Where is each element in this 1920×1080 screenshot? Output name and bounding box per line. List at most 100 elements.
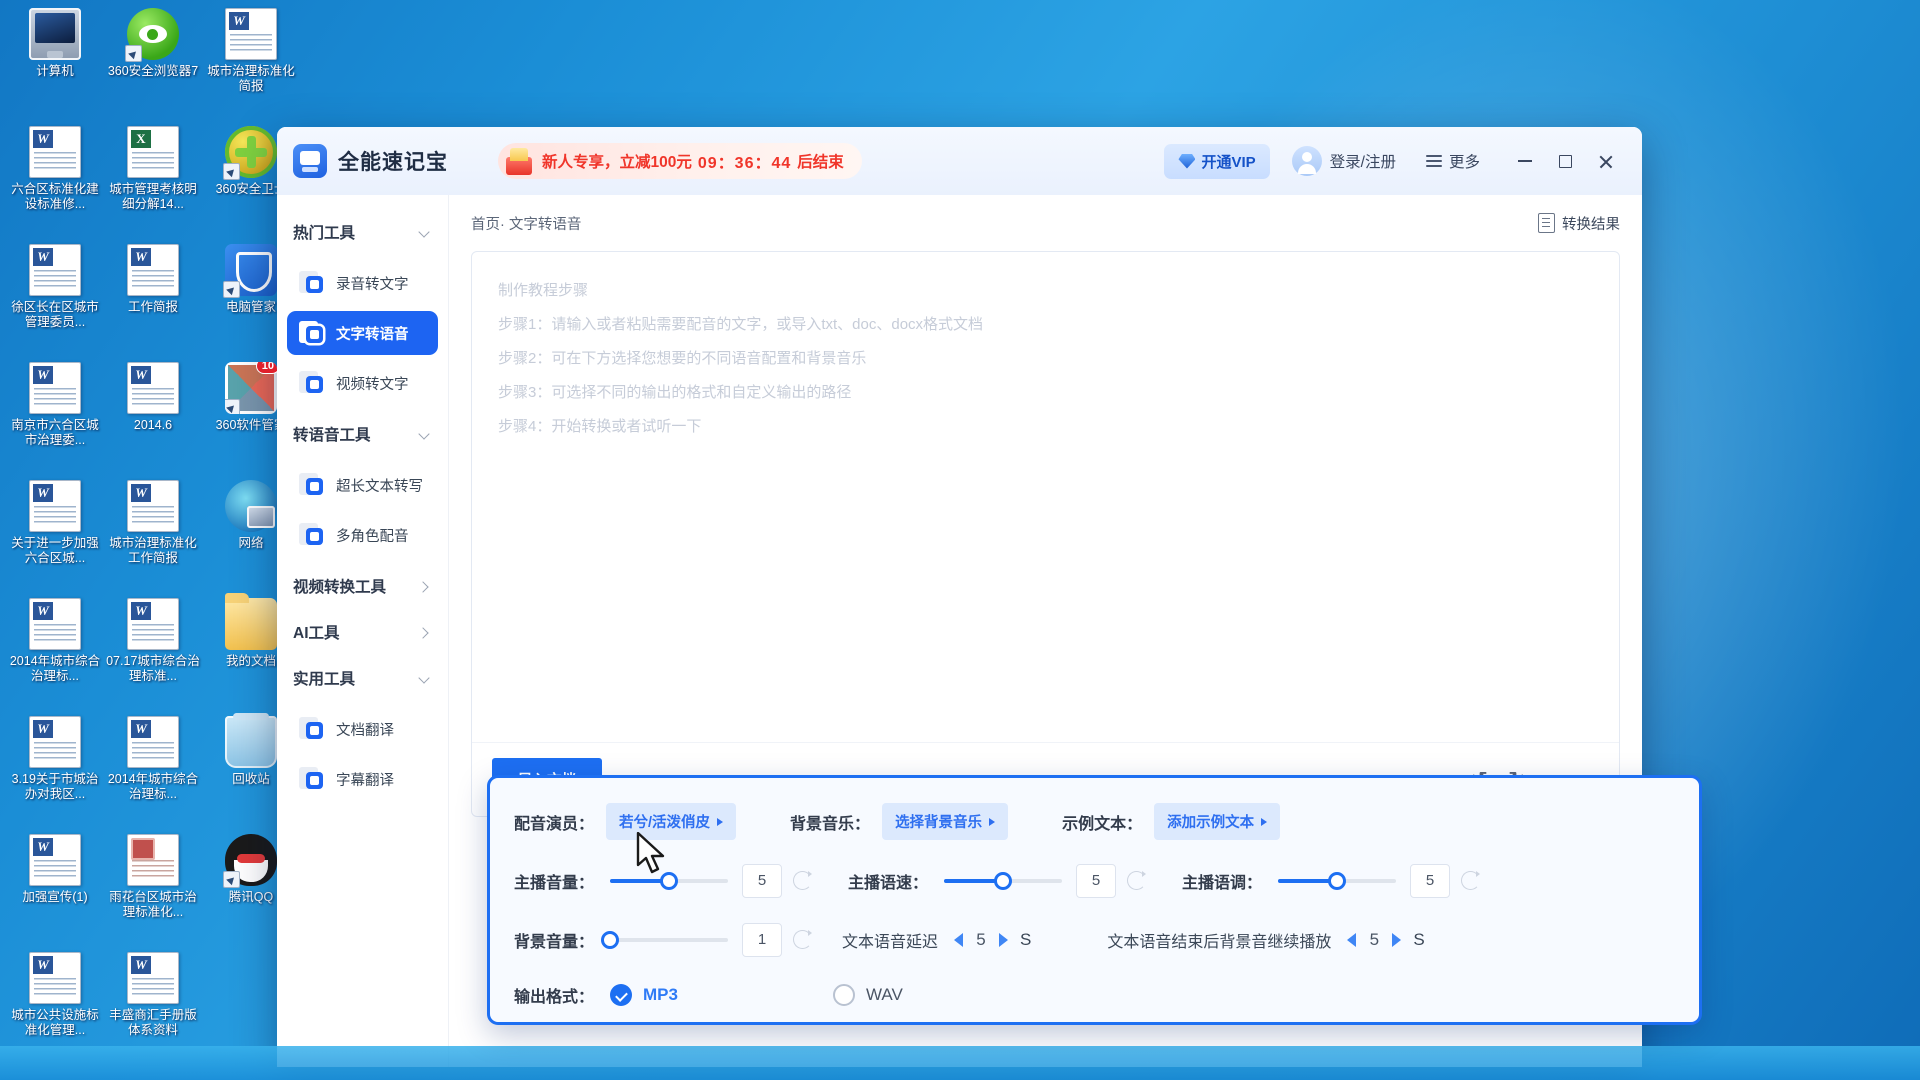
voice-settings-panel: 配音演员： 若兮/活泼俏皮 背景音乐： 选择背景音乐 示例文本： 添加示例文本 …: [487, 775, 1702, 1025]
desktop-icon[interactable]: 徐区长在区城市管理委员...: [8, 240, 102, 358]
editor-panel: 制作教程步骤 步骤1：请输入或者粘贴需要配音的文字，或导入txt、doc、docx…: [471, 251, 1620, 817]
bgm-value: 选择背景音乐: [895, 815, 983, 831]
desktop-icon[interactable]: 城市公共设施标准化管理...: [8, 948, 102, 1066]
host-volume-reset-icon[interactable]: [793, 871, 813, 890]
360browser-icon: [125, 8, 179, 62]
desktop-icon[interactable]: 雨花台区城市治理标准化...: [106, 830, 200, 948]
sidebar-item-文字转语音[interactable]: 文字转语音: [287, 311, 438, 355]
desktop-icon[interactable]: 南京市六合区城市治理委...: [8, 358, 102, 476]
360soft-icon: 10: [225, 362, 277, 414]
desktop-icon[interactable]: 六合区标准化建设标准修...: [8, 122, 102, 240]
desktop-icon[interactable]: 3.19关于市城治办对我区...: [8, 712, 102, 830]
host-tone-slider[interactable]: [1278, 871, 1397, 890]
text-delay-value: 5: [976, 929, 986, 949]
host-speed-value[interactable]: 5: [1076, 863, 1117, 898]
caret-right-icon: [989, 817, 996, 826]
desktop-icon[interactable]: 关于进一步加强六合区城...: [8, 476, 102, 594]
desktop-icon[interactable]: 城市治理标准化简报: [204, 4, 298, 122]
host-speed-slider[interactable]: [944, 871, 1063, 890]
word-icon: [29, 952, 81, 1004]
word-icon: [127, 480, 179, 532]
caret-right-icon: [717, 817, 724, 826]
desktop-icon-label: 2014年城市综合治理标...: [9, 654, 101, 683]
desktop-icon[interactable]: 2014.6: [106, 358, 200, 476]
shortcut-arrow-icon: [223, 871, 240, 888]
voice-actor-select[interactable]: 若兮/活泼俏皮: [606, 803, 737, 840]
hamburger-icon: [1425, 155, 1442, 167]
shortcut-arrow-icon: [125, 45, 142, 62]
stepper-increment-icon[interactable]: [999, 932, 1009, 947]
desktop-icon[interactable]: 2014年城市综合治理标...: [106, 712, 200, 830]
network-icon: [225, 480, 277, 532]
monitor-icon: [29, 8, 81, 60]
sidebar-group-转语音工具[interactable]: 转语音工具: [277, 411, 448, 457]
chevron-down-icon: [419, 673, 430, 684]
bg-volume-reset-icon[interactable]: [793, 930, 813, 949]
desktop-icon-label: 徐区长在区城市管理委员...: [11, 300, 99, 329]
sidebar-group-实用工具[interactable]: 实用工具: [277, 655, 448, 701]
sidebar-group-label: 实用工具: [293, 671, 356, 688]
host-volume-value[interactable]: 5: [742, 863, 783, 898]
titlebar-right: 开通VIP 登录/注册 更多: [1164, 143, 1624, 179]
sidebar-item-文档翻译[interactable]: 文档翻译: [287, 707, 438, 751]
window-controls: [1506, 144, 1624, 178]
account-button[interactable]: 登录/注册: [1291, 146, 1396, 176]
more-menu-button[interactable]: 更多: [1425, 150, 1480, 172]
desktop-icon[interactable]: 城市管理考核明细分解14...: [106, 122, 200, 240]
conversion-result-label: 转换结果: [1562, 216, 1620, 233]
desktop-icon-grid: 计算机 360安全浏览器7 城市治理标准化简报六合区标准化建设标准修... 城市管理考…: [8, 4, 295, 1066]
sidebar-item-多角色配音[interactable]: 多角色配音: [287, 513, 438, 557]
vip-button[interactable]: 开通VIP: [1164, 143, 1270, 179]
stepper-decrement-icon[interactable]: [1347, 932, 1357, 947]
bg-volume-value[interactable]: 1: [742, 922, 783, 957]
text-delay-stepper[interactable]: 5: [954, 929, 1009, 950]
desktop-icon[interactable]: 360安全浏览器7: [106, 4, 200, 122]
desktop-icon[interactable]: 07.17城市综合治理标准...: [106, 594, 200, 712]
radio-unchecked-icon: [832, 984, 855, 1006]
desktop-icon-label: 360安全卫士: [215, 182, 287, 196]
host-tone-value[interactable]: 5: [1410, 863, 1451, 898]
desktop-icon-label: 回收站: [232, 772, 270, 786]
diamond-icon: [1178, 154, 1195, 169]
tool-icon: [299, 473, 325, 497]
desktop-icon[interactable]: 城市治理标准化工作简报: [106, 476, 200, 594]
host-speed-reset-icon[interactable]: [1127, 871, 1147, 890]
bg-continue-label: 文本语音结束后背景音继续播放: [1107, 933, 1332, 951]
stepper-decrement-icon[interactable]: [954, 932, 964, 947]
desktop: 计算机 360安全浏览器7 城市治理标准化简报六合区标准化建设标准修... 城市管理考…: [0, 0, 1920, 1080]
host-tone-reset-icon[interactable]: [1461, 871, 1481, 890]
sidebar-group-视频转换工具[interactable]: 视频转换工具: [277, 563, 448, 609]
desktop-icon-label: 城市公共设施标准化管理...: [11, 1008, 99, 1037]
desktop-icon[interactable]: 加强宣传(1): [8, 830, 102, 948]
bg-volume-slider[interactable]: [601, 930, 729, 949]
output-format-wav-option[interactable]: WAV: [832, 984, 903, 1006]
minimize-button[interactable]: [1506, 144, 1544, 178]
desktop-icon-label: 360安全浏览器7: [107, 64, 199, 78]
desktop-icon[interactable]: 工作简报: [106, 240, 200, 358]
desktop-icon[interactable]: 丰盛商汇手册版体系资料: [106, 948, 200, 1066]
voice-actor-label: 配音演员：: [514, 815, 595, 833]
word-icon: [127, 598, 179, 650]
sidebar-group-热门工具[interactable]: 热门工具: [277, 209, 448, 255]
host-volume-slider[interactable]: [610, 871, 729, 890]
bgm-select[interactable]: 选择背景音乐: [882, 803, 1009, 840]
desktop-icon-label: 计算机: [36, 64, 74, 78]
output-format-mp3-option[interactable]: MP3: [610, 984, 678, 1006]
sample-text-select[interactable]: 添加示例文本: [1154, 803, 1281, 840]
sidebar-item-字幕翻译[interactable]: 字幕翻译: [287, 757, 438, 801]
sidebar-group-AI工具[interactable]: AI工具: [277, 609, 448, 655]
promo-banner[interactable]: 新人专享，立减100元 09：36：44 后结束: [498, 143, 862, 179]
bg-continue-stepper[interactable]: 5: [1347, 930, 1402, 950]
conversion-result-button[interactable]: 转换结果: [1538, 213, 1620, 234]
maximize-button[interactable]: [1546, 144, 1584, 178]
host-speed-label: 主播语速：: [848, 874, 929, 892]
host-volume-label: 主播音量：: [514, 874, 595, 892]
sidebar-item-超长文本转写[interactable]: 超长文本转写: [287, 463, 438, 507]
text-input-area[interactable]: 制作教程步骤 步骤1：请输入或者粘贴需要配音的文字，或导入txt、doc、docx…: [472, 252, 1619, 742]
stepper-increment-icon[interactable]: [1392, 932, 1402, 947]
desktop-icon[interactable]: 计算机: [8, 4, 102, 122]
sidebar-item-视频转文字[interactable]: 视频转文字: [287, 361, 438, 405]
close-button[interactable]: [1586, 144, 1624, 178]
desktop-icon[interactable]: 2014年城市综合治理标...: [8, 594, 102, 712]
sidebar-item-录音转文字[interactable]: 录音转文字: [287, 261, 438, 305]
